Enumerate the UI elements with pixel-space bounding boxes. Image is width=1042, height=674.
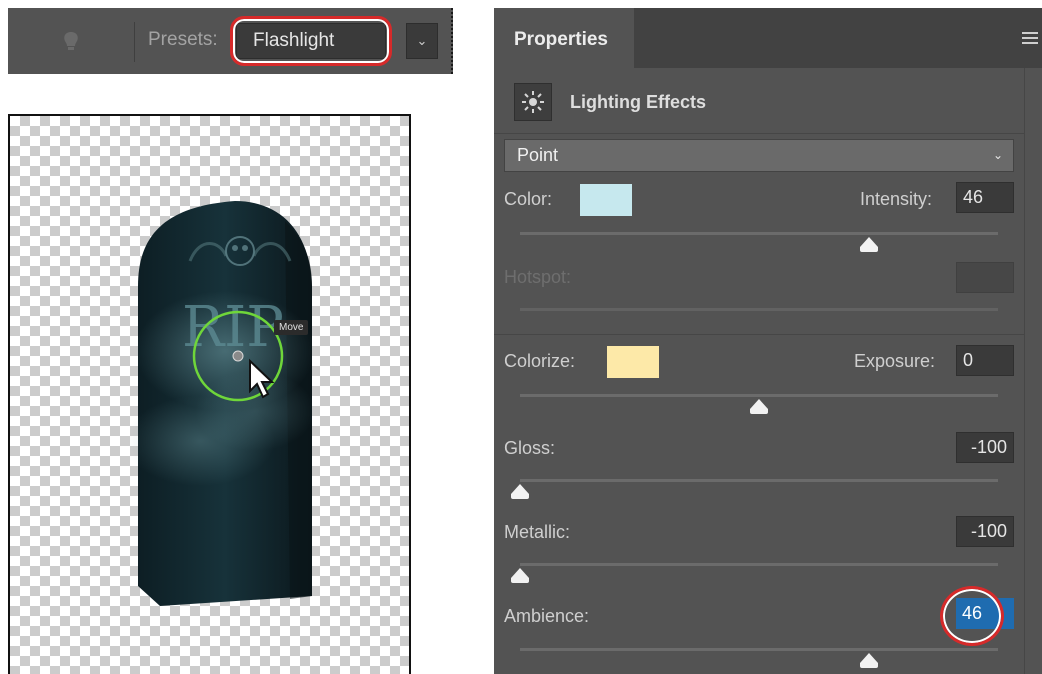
divider [494, 133, 1024, 134]
intensity-label: Intensity: [860, 189, 933, 209]
metallic-slider-thumb[interactable] [511, 568, 529, 583]
exposure-slider-thumb[interactable] [750, 399, 768, 414]
panel-edge [1024, 68, 1025, 674]
exposure-label: Exposure: [854, 351, 936, 371]
colorize-swatch[interactable] [607, 346, 659, 378]
separator [134, 22, 135, 62]
light-type-select[interactable]: Point ⌄ [504, 139, 1014, 172]
tombstone-image: RIP [130, 201, 315, 606]
light-type-value: Point [517, 145, 559, 165]
document-canvas[interactable]: RIP Move [8, 114, 411, 674]
ambience-slider-thumb[interactable] [859, 653, 878, 668]
gloss-slider-thumb[interactable] [511, 484, 529, 499]
colorize-label: Colorize: [504, 351, 576, 371]
options-bar: Presets: Flashlight ⌄ [8, 8, 453, 74]
chevron-down-icon: ⌄ [992, 148, 1003, 162]
move-tooltip: Move [274, 320, 309, 335]
svg-text:RIP: RIP [182, 295, 284, 360]
ambience-slider-track[interactable] [520, 648, 998, 651]
hotspot-label: Hotspot: [504, 267, 572, 287]
gloss-label: Gloss: [504, 438, 556, 458]
properties-panel: Properties Lighting Effects Point ⌄ Colo… [494, 8, 1042, 674]
intensity-slider-thumb[interactable] [859, 237, 878, 252]
ambience-label: Ambience: [504, 606, 590, 626]
gloss-value[interactable]: -100 [956, 432, 1014, 463]
metallic-value[interactable]: -100 [956, 516, 1014, 547]
presets-dropdown-button[interactable]: ⌄ [406, 23, 438, 59]
presets-label: Presets: [148, 29, 218, 50]
color-swatch[interactable] [580, 184, 632, 216]
panel-menu-icon[interactable] [1022, 32, 1038, 44]
presets-highlight-ring [230, 16, 392, 66]
gloss-slider-track[interactable] [520, 479, 998, 482]
chevron-down-icon: ⌄ [416, 33, 428, 48]
intensity-slider-track[interactable] [520, 232, 998, 235]
hotspot-value [956, 262, 1014, 293]
lighting-effects-icon [514, 83, 552, 121]
metallic-label: Metallic: [504, 522, 571, 542]
color-label: Color: [504, 189, 553, 209]
tab-properties[interactable]: Properties [494, 8, 634, 68]
ambience-highlight-ring [940, 586, 1004, 646]
intensity-value[interactable]: 46 [956, 182, 1014, 213]
exposure-value[interactable]: 0 [956, 345, 1014, 376]
panel-tabbar: Properties [494, 8, 1042, 68]
lightbulb-icon [64, 32, 78, 50]
exposure-slider-track[interactable] [520, 394, 998, 397]
hotspot-slider-track [520, 308, 998, 311]
divider [494, 334, 1024, 335]
panel-header-title: Lighting Effects [570, 92, 706, 112]
metallic-slider-track[interactable] [520, 563, 998, 566]
